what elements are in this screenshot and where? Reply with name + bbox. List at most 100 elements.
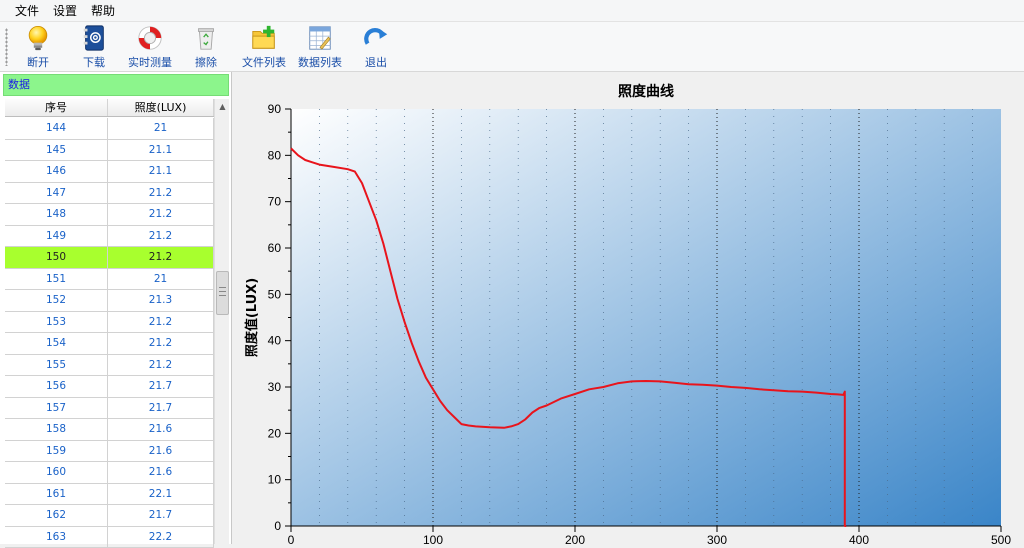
x-tick-label: 0: [288, 533, 295, 544]
cell-lux: 21.2: [108, 333, 214, 354]
vertical-scrollbar[interactable]: ▲: [214, 99, 229, 544]
table-row[interactable]: 14621.1: [5, 161, 214, 183]
cell-index: 154: [5, 333, 108, 354]
illuminance-chart: 照度曲线01020304050607080900100200300400500照…: [234, 72, 1024, 544]
file-list-button[interactable]: 文件列表: [240, 24, 288, 70]
cell-index: 151: [5, 269, 108, 290]
table-row[interactable]: 15421.2: [5, 333, 214, 355]
cell-index: 155: [5, 355, 108, 376]
disconnect-label: 断开: [27, 54, 49, 70]
table-row[interactable]: 16021.6: [5, 462, 214, 484]
data-grid-header: 序号 照度(LUX): [5, 99, 214, 117]
x-tick-label: 500: [991, 533, 1011, 544]
redo-arrow-icon: [361, 24, 391, 52]
menu-file[interactable]: 文件: [8, 0, 46, 22]
cell-lux: 21.3: [108, 290, 214, 311]
table-row[interactable]: 15621.7: [5, 376, 214, 398]
erase-label: 擦除: [195, 54, 217, 70]
menu-bar: 文件 设置 帮助: [0, 0, 1024, 22]
cell-lux: 21.2: [108, 183, 214, 204]
column-header-lux[interactable]: 照度(LUX): [108, 99, 214, 116]
scroll-up-arrow-icon[interactable]: ▲: [215, 99, 230, 114]
file-list-label: 文件列表: [242, 54, 286, 70]
realtime-measure-label: 实时测量: [128, 54, 172, 70]
folder-add-icon: [249, 24, 279, 52]
plot-area: [291, 109, 1001, 526]
table-row[interactable]: 16221.7: [5, 505, 214, 527]
y-tick-label: 80: [268, 148, 282, 162]
y-tick-label: 40: [268, 334, 282, 348]
x-tick-label: 200: [565, 533, 585, 544]
cell-index: 152: [5, 290, 108, 311]
cell-index: 153: [5, 312, 108, 333]
data-panel-title: 数据: [3, 74, 229, 96]
cell-lux: 21.7: [108, 398, 214, 419]
y-tick-label: 60: [268, 241, 282, 255]
lifebuoy-icon: [135, 24, 165, 52]
menu-settings[interactable]: 设置: [46, 0, 84, 22]
cell-index: 162: [5, 505, 108, 526]
cell-index: 159: [5, 441, 108, 462]
table-row[interactable]: 16322.2: [5, 527, 214, 548]
toolbar-grip[interactable]: [5, 28, 8, 66]
chart-title: 照度曲线: [618, 83, 674, 100]
y-tick-label: 10: [268, 473, 282, 487]
table-row[interactable]: 14921.2: [5, 226, 214, 248]
realtime-measure-button[interactable]: 实时测量: [126, 24, 174, 70]
cell-index: 158: [5, 419, 108, 440]
address-book-icon: [79, 24, 109, 52]
cell-lux: 21.6: [108, 441, 214, 462]
cell-lux: 21.1: [108, 140, 214, 161]
y-axis-title: 照度值(LUX): [244, 278, 260, 357]
cell-lux: 21.7: [108, 505, 214, 526]
cell-lux: 21.2: [108, 312, 214, 333]
table-row[interactable]: 15921.6: [5, 441, 214, 463]
table-row[interactable]: 15321.2: [5, 312, 214, 334]
download-label: 下载: [83, 54, 105, 70]
spreadsheet-icon: [305, 24, 335, 52]
cell-lux: 21.2: [108, 247, 214, 268]
data-list-label: 数据列表: [298, 54, 342, 70]
cell-index: 156: [5, 376, 108, 397]
cell-lux: 21.7: [108, 376, 214, 397]
table-row[interactable]: 14821.2: [5, 204, 214, 226]
y-tick-label: 30: [268, 380, 282, 394]
y-tick-label: 90: [268, 102, 282, 116]
table-row[interactable]: 15121: [5, 269, 214, 291]
table-row[interactable]: 14721.2: [5, 183, 214, 205]
column-header-index[interactable]: 序号: [5, 99, 108, 116]
table-row[interactable]: 15221.3: [5, 290, 214, 312]
cell-lux: 21.1: [108, 161, 214, 182]
table-row[interactable]: 15721.7: [5, 398, 214, 420]
data-list-button[interactable]: 数据列表: [296, 24, 344, 70]
cell-lux: 21.2: [108, 204, 214, 225]
cell-lux: 21.6: [108, 419, 214, 440]
cell-index: 147: [5, 183, 108, 204]
table-row[interactable]: 15021.2: [5, 247, 214, 269]
cell-index: 150: [5, 247, 108, 268]
recycle-bin-icon: [191, 24, 221, 52]
table-row[interactable]: 14521.1: [5, 140, 214, 162]
chart-panel: 照度曲线01020304050607080900100200300400500照…: [234, 72, 1024, 544]
cell-lux: 21: [108, 118, 214, 139]
x-tick-label: 300: [707, 533, 727, 544]
erase-button[interactable]: 擦除: [190, 24, 222, 70]
table-row[interactable]: 15821.6: [5, 419, 214, 441]
table-row[interactable]: 15521.2: [5, 355, 214, 377]
x-tick-label: 400: [849, 533, 869, 544]
cell-index: 149: [5, 226, 108, 247]
x-tick-label: 100: [423, 533, 443, 544]
y-tick-label: 20: [268, 426, 282, 440]
menu-help[interactable]: 帮助: [84, 0, 122, 22]
cell-lux: 21.6: [108, 462, 214, 483]
cell-index: 148: [5, 204, 108, 225]
scroll-thumb[interactable]: [216, 271, 229, 315]
download-button[interactable]: 下载: [78, 24, 110, 70]
cell-lux: 21: [108, 269, 214, 290]
exit-button[interactable]: 退出: [360, 24, 392, 70]
table-row[interactable]: 14421: [5, 118, 214, 140]
disconnect-button[interactable]: 断开: [22, 24, 54, 70]
cell-index: 161: [5, 484, 108, 505]
table-row[interactable]: 16122.1: [5, 484, 214, 506]
cell-index: 160: [5, 462, 108, 483]
